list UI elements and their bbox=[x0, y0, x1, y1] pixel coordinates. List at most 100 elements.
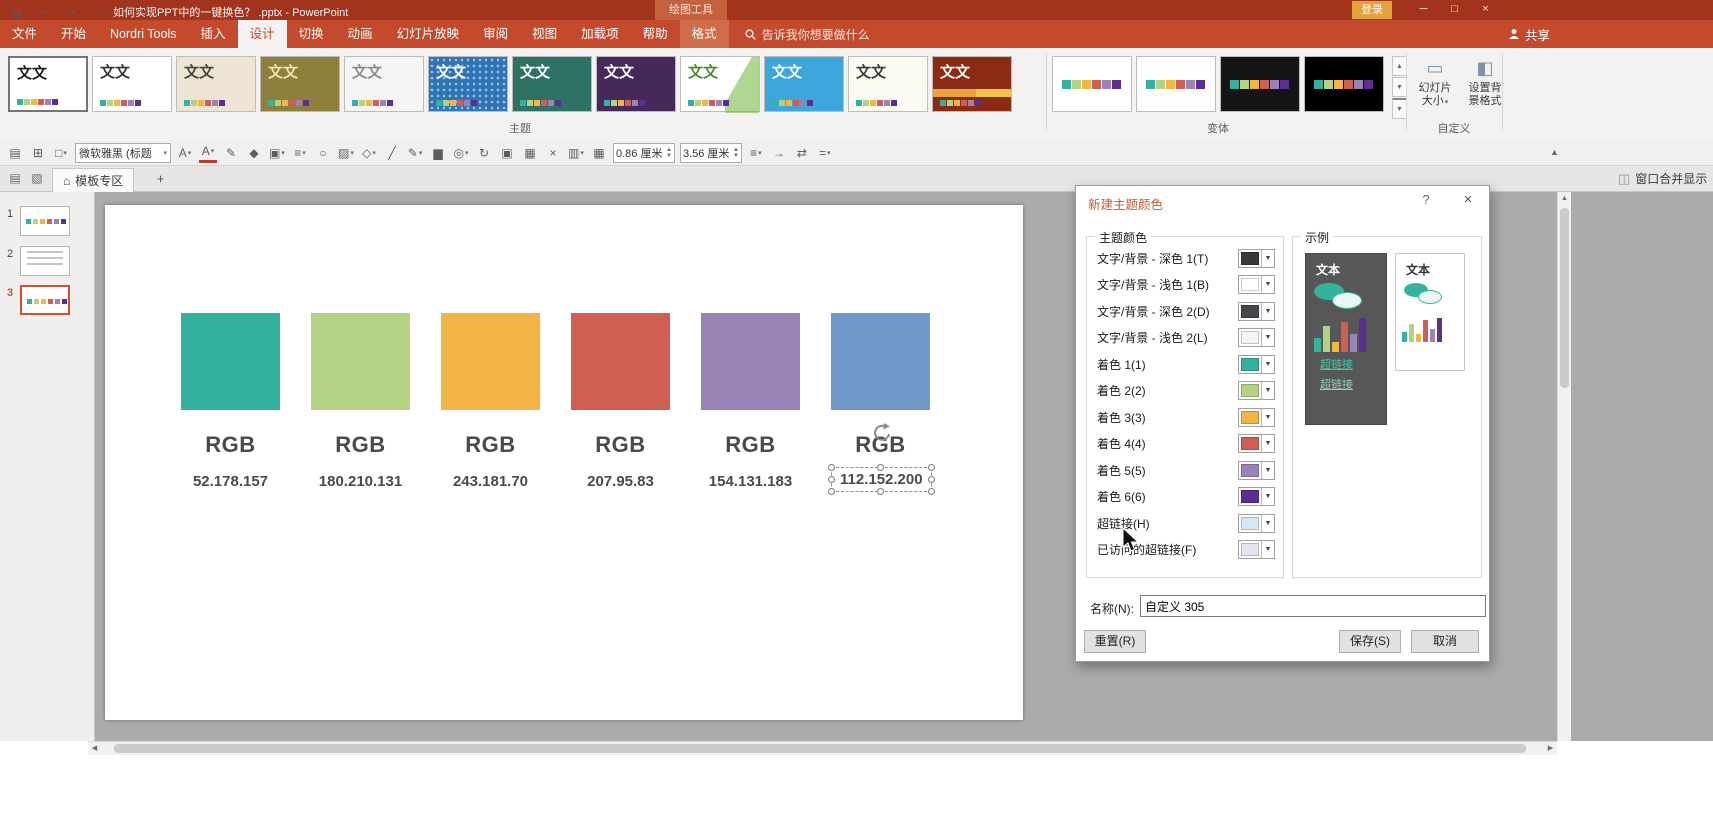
gallery-more-icon[interactable]: ▼ bbox=[1392, 98, 1407, 119]
scroll-right-icon[interactable]: ▶ bbox=[1544, 742, 1557, 755]
vertical-scrollbar[interactable]: ▲ bbox=[1557, 192, 1571, 741]
columns-icon[interactable]: ▥▾ bbox=[567, 143, 585, 163]
stepper-arrows-icon[interactable]: ▲▼ bbox=[733, 147, 739, 159]
resize-handle[interactable] bbox=[877, 488, 884, 495]
align-icon[interactable]: ≡▾ bbox=[747, 143, 765, 163]
color-dropdown[interactable]: ▼ bbox=[1238, 434, 1275, 453]
add-tab-button[interactable]: + bbox=[152, 171, 169, 188]
vertical-scroll-thumb[interactable] bbox=[1560, 208, 1569, 388]
save-button[interactable]: 保存(S) bbox=[1339, 630, 1401, 653]
horizontal-scroll-thumb[interactable] bbox=[114, 744, 1526, 753]
close-button[interactable]: × bbox=[1470, 0, 1501, 20]
toolbar-collapse-icon[interactable]: ▲ bbox=[1550, 147, 1559, 157]
theme-thumbnail[interactable]: 文文 bbox=[8, 56, 88, 112]
theme-thumbnail[interactable]: 文文 bbox=[764, 56, 844, 112]
color-dropdown[interactable]: ▼ bbox=[1238, 487, 1275, 506]
tab-insert[interactable]: 插入 bbox=[189, 20, 238, 48]
oval-shape-icon[interactable]: ○ bbox=[314, 143, 332, 163]
spacing-icon[interactable]: ≡▾ bbox=[291, 143, 309, 163]
text-style-icon[interactable]: A▾ bbox=[176, 143, 194, 163]
swatch-cell[interactable]: RGB 207.95.83 bbox=[571, 313, 670, 492]
tab-file[interactable]: 文件 bbox=[0, 20, 49, 48]
swap-icon[interactable]: ⇄ bbox=[793, 143, 811, 163]
pen-icon[interactable]: ✎ bbox=[222, 143, 240, 163]
pin-icon[interactable]: ◆ bbox=[245, 143, 263, 163]
window-icon[interactable]: □▾ bbox=[52, 143, 70, 163]
slide-2-row[interactable]: 2 bbox=[0, 246, 94, 276]
rotate-object-icon[interactable]: ↻ bbox=[475, 143, 493, 163]
variant-thumbnail[interactable] bbox=[1304, 56, 1384, 112]
variant-thumbnail[interactable] bbox=[1220, 56, 1300, 112]
swatch-cell[interactable]: RGB 52.178.157 bbox=[181, 313, 280, 492]
theme-thumbnail[interactable]: 文文 bbox=[932, 56, 1012, 112]
color-dropdown[interactable]: ▼ bbox=[1238, 461, 1275, 480]
shape-width-stepper[interactable]: 3.56 厘米 ▲▼ bbox=[680, 143, 742, 163]
theme-name-input[interactable] bbox=[1140, 595, 1486, 617]
color-square[interactable] bbox=[311, 313, 410, 410]
slide-canvas[interactable]: RGB 52.178.157 RGB 180.210.131 RGB 243.1… bbox=[105, 205, 1023, 720]
help-icon[interactable]: ? bbox=[1416, 192, 1436, 207]
tab-nordri-tools[interactable]: Nordri Tools bbox=[98, 20, 188, 48]
new-file-icon[interactable]: ▤ bbox=[6, 171, 24, 187]
theme-thumbnail[interactable]: 文文 bbox=[512, 56, 592, 112]
chart-icon[interactable]: ▆ bbox=[429, 143, 447, 163]
theme-thumbnail[interactable]: 文文 bbox=[260, 56, 340, 112]
stepper-arrows-icon[interactable]: ▲▼ bbox=[666, 147, 672, 159]
color-dropdown[interactable]: ▼ bbox=[1238, 408, 1275, 427]
gallery-scroll-up-icon[interactable]: ▲ bbox=[1392, 56, 1407, 76]
variant-thumbnail[interactable] bbox=[1052, 56, 1132, 112]
picture-icon[interactable]: ▣▾ bbox=[268, 143, 286, 163]
tell-me-search[interactable]: 告诉我你想要做什么 bbox=[745, 20, 870, 48]
theme-thumbnail[interactable]: 文文 bbox=[596, 56, 676, 112]
color-dropdown[interactable]: ▼ bbox=[1238, 381, 1275, 400]
tab-help[interactable]: 帮助 bbox=[631, 20, 680, 48]
window-merge-toggle[interactable]: ◫ 窗口合并显示 bbox=[1618, 170, 1707, 187]
draw-pen-icon[interactable]: ✎▾ bbox=[406, 143, 424, 163]
group-icon[interactable]: ▣ bbox=[498, 143, 516, 163]
color-dropdown[interactable]: ▼ bbox=[1238, 355, 1275, 374]
swatch-cell[interactable]: RGB 243.181.70 bbox=[441, 313, 540, 492]
scroll-left-icon[interactable]: ◀ bbox=[88, 742, 101, 755]
equalize-icon[interactable]: =▾ bbox=[816, 143, 834, 163]
gridlines-icon[interactable]: ▦ bbox=[590, 143, 608, 163]
shape-effects-icon[interactable]: ◎▾ bbox=[452, 143, 470, 163]
theme-thumbnail[interactable]: 文文 bbox=[848, 56, 928, 112]
variant-thumbnail[interactable] bbox=[1136, 56, 1216, 112]
sign-in-button[interactable]: 登录 bbox=[1352, 1, 1392, 19]
resize-handle[interactable] bbox=[928, 476, 935, 483]
theme-thumbnail[interactable]: 文文 bbox=[176, 56, 256, 112]
resize-handle[interactable] bbox=[828, 488, 835, 495]
resize-handle[interactable] bbox=[828, 464, 835, 471]
swatch-cell[interactable]: RGB 180.210.131 bbox=[311, 313, 410, 492]
minimize-button[interactable]: ─ bbox=[1408, 0, 1439, 20]
shape-height-stepper[interactable]: 0.86 厘米 ▲▼ bbox=[613, 143, 675, 163]
slide-layout-icon[interactable]: ⊞ bbox=[29, 143, 47, 163]
tab-home[interactable]: 开始 bbox=[49, 20, 98, 48]
tab-review[interactable]: 审阅 bbox=[471, 20, 520, 48]
tab-transitions[interactable]: 切换 bbox=[287, 20, 336, 48]
tab-design[interactable]: 设计 bbox=[238, 20, 287, 48]
maximize-button[interactable]: □ bbox=[1439, 0, 1470, 20]
gallery-scroll-down-icon[interactable]: ▼ bbox=[1392, 77, 1407, 97]
color-square[interactable] bbox=[701, 313, 800, 410]
scroll-up-icon[interactable]: ▲ bbox=[1558, 192, 1571, 205]
tab-format[interactable]: 格式 bbox=[680, 20, 729, 48]
share-button[interactable]: 共享 bbox=[1508, 20, 1550, 48]
theme-thumbnail[interactable]: 文文 bbox=[344, 56, 424, 112]
font-color-icon[interactable]: A▾ bbox=[199, 143, 217, 163]
color-dropdown[interactable]: ▼ bbox=[1238, 540, 1275, 559]
slide-3-row[interactable]: 3 bbox=[0, 285, 94, 315]
font-name-dropdown[interactable]: 微软雅黑 (标题▾ bbox=[75, 143, 171, 163]
table-icon[interactable]: ▦ bbox=[521, 143, 539, 163]
shape-outline-icon[interactable]: ◇▾ bbox=[360, 143, 378, 163]
swatch-cell[interactable]: RGB 154.131.183 bbox=[701, 313, 800, 492]
color-dropdown[interactable]: ▼ bbox=[1238, 275, 1275, 294]
color-dropdown[interactable]: ▼ bbox=[1238, 328, 1275, 347]
slide-size-button[interactable]: ▭ 幻灯片大小▾ bbox=[1414, 54, 1456, 109]
color-square[interactable] bbox=[571, 313, 670, 410]
resize-handle[interactable] bbox=[928, 488, 935, 495]
dialog-close-icon[interactable]: × bbox=[1456, 190, 1480, 210]
shape-fill-icon[interactable]: ▨▾ bbox=[337, 143, 355, 163]
cancel-button[interactable]: 取消 bbox=[1411, 630, 1479, 653]
print-icon[interactable]: ▤ bbox=[6, 143, 24, 163]
